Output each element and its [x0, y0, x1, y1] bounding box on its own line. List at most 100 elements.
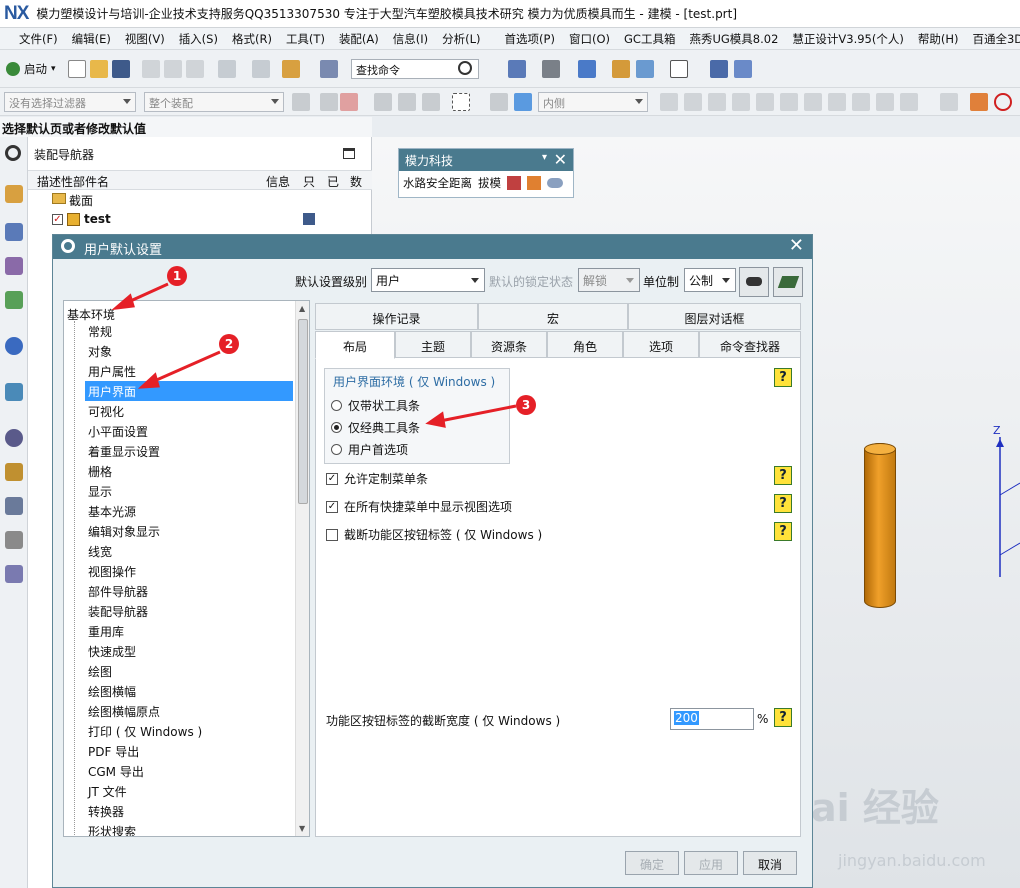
tree-item[interactable]: 显示	[85, 481, 293, 501]
moli-toolbar-header[interactable]: 模力科技 ▾ ✕	[399, 149, 573, 171]
snap-end-icon[interactable]	[708, 93, 726, 111]
snap-existing-icon[interactable]	[684, 93, 702, 111]
cancel-button[interactable]: 取消	[743, 851, 797, 875]
fit-view-icon[interactable]	[508, 60, 526, 78]
snap-existing-point-icon[interactable]	[852, 93, 870, 111]
snap-on-face-icon[interactable]	[900, 93, 918, 111]
tree-item[interactable]: 打印 ( 仅 Windows )	[85, 721, 293, 741]
redo-icon[interactable]	[252, 60, 270, 78]
reuse-library-icon[interactable]	[5, 291, 23, 309]
snap-point-icon[interactable]	[660, 93, 678, 111]
menu-analysis[interactable]: 分析(L)	[435, 31, 487, 47]
copy-icon[interactable]	[164, 60, 182, 78]
tree-item[interactable]: 栅格	[85, 461, 293, 481]
tree-item[interactable]: 用户属性	[85, 361, 293, 381]
checkbox-allow-custom-menu[interactable]: ✓ 允许定制菜单条	[326, 470, 428, 487]
paste-icon[interactable]	[186, 60, 204, 78]
help-icon[interactable]: ?	[774, 466, 792, 485]
col-info[interactable]: 信息	[266, 173, 290, 190]
clear-snap-icon[interactable]	[970, 93, 988, 111]
tree-item[interactable]: 转换器	[85, 801, 293, 821]
unit-select[interactable]: 公制	[684, 268, 736, 292]
tree-item[interactable]: JT 文件	[85, 781, 293, 801]
render-style-icon[interactable]	[542, 60, 560, 78]
col-modified[interactable]: 已	[327, 173, 339, 190]
web-browser-icon[interactable]	[5, 337, 23, 355]
select-component-icon[interactable]	[422, 93, 440, 111]
menu-gc-toolbox[interactable]: GC工具箱	[617, 31, 682, 47]
tree-item[interactable]: 部件导航器	[85, 581, 293, 601]
tree-item[interactable]: 着重显示设置	[85, 441, 293, 461]
draft-button[interactable]: 拔模	[478, 175, 501, 191]
menu-edit[interactable]: 编辑(E)	[65, 31, 118, 47]
tab-macro[interactable]: 宏	[478, 303, 628, 330]
menu-tools[interactable]: 工具(T)	[279, 31, 332, 47]
snap-quadrant-icon[interactable]	[828, 93, 846, 111]
col-count[interactable]: 数	[350, 173, 362, 190]
scroll-up-icon[interactable]: ▲	[299, 304, 305, 313]
radio-user-preference[interactable]: 用户首选项	[331, 441, 408, 458]
new-icon[interactable]	[68, 60, 86, 78]
constraint-navigator-icon[interactable]	[5, 223, 23, 241]
transform-icon[interactable]	[710, 60, 728, 78]
select-all-icon[interactable]	[490, 93, 508, 111]
process-studio-icon[interactable]	[5, 463, 23, 481]
section-view-icon[interactable]	[636, 60, 654, 78]
menu-yanxiu[interactable]: 燕秀UG模具8.02	[682, 31, 785, 47]
cylinder-body[interactable]	[864, 443, 896, 608]
checkbox-truncate-labels[interactable]: 截断功能区按钮标签 ( 仅 Windows )	[326, 526, 542, 543]
snap-control-icon[interactable]	[756, 93, 774, 111]
background-icon[interactable]	[670, 60, 688, 78]
tree-item[interactable]: 小平面设置	[85, 421, 293, 441]
checkbox[interactable]	[326, 528, 338, 541]
menu-file[interactable]: 文件(F)	[12, 31, 65, 47]
solid-body-icon[interactable]	[514, 93, 532, 111]
radio-button[interactable]	[331, 444, 342, 455]
cut-icon[interactable]	[142, 60, 160, 78]
manage-defaults-button[interactable]	[773, 267, 803, 297]
menu-info[interactable]: 信息(I)	[386, 31, 435, 47]
menu-view[interactable]: 视图(V)	[118, 31, 172, 47]
maximize-icon[interactable]	[343, 148, 355, 159]
select-edge-icon[interactable]	[398, 93, 416, 111]
water-safety-distance-button[interactable]: 水路安全距离	[403, 175, 472, 191]
start-button[interactable]: 启动 ▾	[6, 59, 56, 79]
draft-angle-icon[interactable]	[507, 176, 521, 190]
col-part-name[interactable]: 描述性部件名	[37, 173, 109, 190]
menu-assembly[interactable]: 装配(A)	[332, 31, 386, 47]
tab-role[interactable]: 角色	[547, 331, 623, 358]
gear-icon[interactable]	[5, 145, 21, 161]
tree-item[interactable]: 绘图	[85, 661, 293, 681]
tree-item[interactable]: 基本光源	[85, 501, 293, 521]
level-select[interactable]: 用户	[371, 268, 485, 292]
tree-item[interactable]: 形状搜索	[85, 821, 293, 836]
navigator-row-section[interactable]: 截面	[28, 190, 372, 210]
part-navigator-icon[interactable]	[5, 257, 23, 275]
layer-icon[interactable]	[612, 60, 630, 78]
menu-help[interactable]: 帮助(H)	[911, 31, 966, 47]
radio-classic-toolbar[interactable]: 仅经典工具条	[331, 419, 420, 436]
undo-icon[interactable]	[218, 60, 236, 78]
tab-options[interactable]: 选项	[623, 331, 699, 358]
radio-button[interactable]	[331, 422, 342, 433]
tree-item[interactable]: 绘图横幅	[85, 681, 293, 701]
select-feature-icon[interactable]	[320, 93, 338, 111]
help-icon[interactable]: ?	[774, 522, 792, 541]
selection-scope-combo[interactable]: 整个装配	[144, 92, 284, 112]
command-finder-icon[interactable]	[320, 60, 338, 78]
dropdown-icon[interactable]: ▾	[542, 152, 547, 163]
snap-intersection-icon[interactable]	[780, 93, 798, 111]
navigator-row-test[interactable]: ✓ test	[28, 210, 372, 230]
side-filter-combo[interactable]: 内侧	[538, 92, 648, 112]
snap-mid-icon[interactable]	[732, 93, 750, 111]
tree-item[interactable]: 线宽	[85, 541, 293, 561]
cylinder-top-face[interactable]	[864, 443, 896, 455]
stop-icon[interactable]	[994, 93, 1012, 111]
help-icon[interactable]: ?	[774, 708, 792, 727]
help-icon[interactable]: ?	[774, 494, 792, 513]
select-face-icon[interactable]	[374, 93, 392, 111]
cylinder-icon[interactable]	[547, 178, 563, 188]
tab-layout[interactable]: 布局	[315, 331, 395, 359]
tree-item[interactable]: 快速成型	[85, 641, 293, 661]
truncate-width-input[interactable]: 200	[670, 708, 754, 730]
